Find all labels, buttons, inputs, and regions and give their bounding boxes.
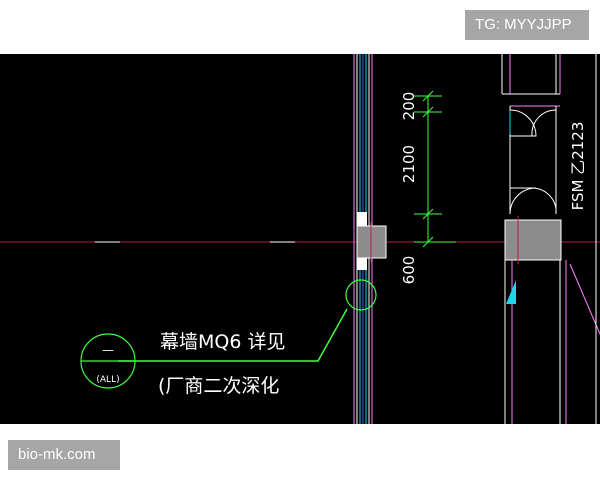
- dimension-text-middle: 2100: [400, 145, 418, 183]
- door-swing-arc: [531, 187, 557, 215]
- annotation-line-2: (厂商二次深化: [158, 375, 279, 397]
- cad-viewport[interactable]: — (ALL) 幕墙MQ6 详见 (厂商二次深化 200 2100 600 FS…: [0, 54, 600, 424]
- tg-watermark: TG: MYYJJPP: [465, 10, 589, 40]
- detail-bubble-top-text: —: [102, 343, 114, 357]
- cad-drawing[interactable]: — (ALL) 幕墙MQ6 详见 (厂商二次深化 200 2100 600 FS…: [0, 54, 600, 424]
- door-tag-text: FSM 乙2123: [569, 122, 587, 211]
- annotation-line-1: 幕墙MQ6 详见: [160, 331, 285, 353]
- site-watermark: bio-mk.com: [8, 440, 120, 470]
- detail-bubble-bottom-text: (ALL): [96, 375, 119, 385]
- mullion-cap: [357, 258, 367, 270]
- cyan-marker: [506, 280, 516, 304]
- dimension-text-bottom: 600: [400, 256, 418, 285]
- dimension-text-top: 200: [400, 92, 418, 121]
- right-column[interactable]: [504, 219, 562, 261]
- door-swing-arc: [509, 187, 537, 215]
- mullion-cap: [357, 212, 367, 226]
